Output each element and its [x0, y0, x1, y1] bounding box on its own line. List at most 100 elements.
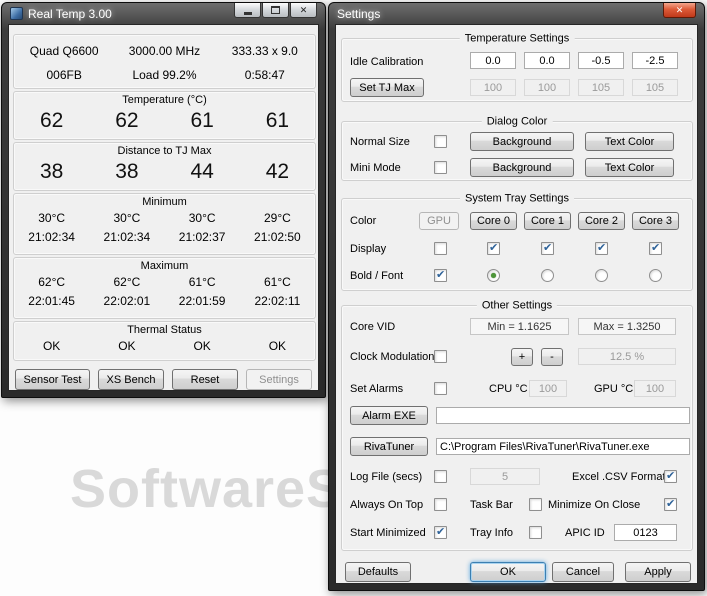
clock-percent-field[interactable]: 12.5 %	[578, 348, 676, 365]
realtemp-titlebar[interactable]: Real Temp 3.00 ✕	[8, 3, 319, 24]
minimize-icon	[244, 12, 252, 15]
tj-max-core1-field[interactable]: 100	[524, 79, 570, 96]
idle-calibration-core1-field[interactable]: 0.0	[524, 52, 570, 69]
maximum-label: Maximum	[14, 258, 315, 272]
rivatuner-button[interactable]: RivaTuner	[350, 437, 428, 456]
minimum-panel: Minimum 30°C 30°C 30°C 29°C 21:02:34 21:…	[13, 193, 316, 255]
tj-max-core2-field[interactable]: 105	[578, 79, 624, 96]
core2-color-button[interactable]: Core 2	[578, 212, 625, 230]
core3-distance: 42	[240, 160, 315, 184]
maximum-panel: Maximum 62°C 62°C 61°C 61°C 22:01:45 22:…	[13, 257, 316, 319]
tj-max-core3-field[interactable]: 105	[632, 79, 678, 96]
reset-button[interactable]: Reset	[172, 369, 238, 390]
core1-min-time: 21:02:34	[89, 230, 164, 244]
display-core0-checkbox[interactable]	[487, 242, 500, 255]
minimize-on-close-checkbox[interactable]	[664, 498, 677, 511]
set-tj-max-button[interactable]: Set TJ Max	[350, 78, 424, 97]
task-bar-label: Task Bar	[470, 499, 513, 511]
settings-titlebar[interactable]: Settings ✕	[335, 3, 698, 24]
core1-temp: 62	[89, 109, 164, 133]
tj-max-core0-field[interactable]: 100	[470, 79, 516, 96]
rivatuner-path-field[interactable]: C:\Program Files\RivaTuner\RivaTuner.exe	[436, 438, 690, 455]
core2-max-time: 22:01:59	[165, 294, 240, 308]
close-icon: ✕	[300, 5, 308, 16]
core1-min-temp: 30°C	[89, 211, 164, 225]
minimize-button[interactable]	[234, 3, 261, 18]
minimize-on-close-label: Minimize On Close	[548, 499, 640, 511]
normal-size-label: Normal Size	[350, 136, 410, 148]
thermal-status-label: Thermal Status	[14, 322, 315, 336]
core2-min-time: 21:02:37	[165, 230, 240, 244]
core2-max-temp: 61°C	[165, 275, 240, 289]
settings-window: Settings ✕ Temperature Settings Idle Cal…	[328, 2, 705, 591]
apply-button[interactable]: Apply	[625, 562, 691, 582]
close-button[interactable]: ✕	[290, 3, 317, 18]
display-core1-checkbox[interactable]	[541, 242, 554, 255]
settings-close-button[interactable]: ✕	[663, 3, 696, 18]
core0-min-time: 21:02:34	[14, 230, 89, 244]
log-file-checkbox[interactable]	[434, 470, 447, 483]
other-settings-group: Other Settings	[341, 305, 693, 551]
clock-minus-button[interactable]: -	[541, 348, 563, 366]
temperature-label: Temperature (°C)	[14, 92, 315, 106]
core3-max-time: 22:02:11	[240, 294, 315, 308]
realtemp-window: Real Temp 3.00 ✕ Quad Q6600 3000.00 MHz …	[1, 2, 326, 398]
font-radio-3[interactable]	[649, 269, 662, 282]
maximize-button[interactable]	[262, 3, 289, 18]
core0-thermal-status: OK	[14, 339, 89, 353]
clock-plus-button[interactable]: +	[511, 348, 533, 366]
mini-background-button[interactable]: Background	[470, 158, 574, 177]
alarm-exe-button[interactable]: Alarm EXE	[350, 406, 428, 425]
font-radio-1[interactable]	[541, 269, 554, 282]
font-radio-0[interactable]	[487, 269, 500, 282]
mini-mode-checkbox[interactable]	[434, 161, 447, 174]
start-minimized-checkbox[interactable]	[434, 526, 447, 539]
display-core2-checkbox[interactable]	[595, 242, 608, 255]
log-secs-field[interactable]: 5	[470, 468, 540, 485]
cancel-button[interactable]: Cancel	[552, 562, 614, 582]
core2-distance: 44	[165, 160, 240, 184]
core3-max-temp: 61°C	[240, 275, 315, 289]
normal-background-button[interactable]: Background	[470, 132, 574, 151]
apic-id-label: APIC ID	[565, 527, 605, 539]
cpu-alarm-field[interactable]: 100	[529, 380, 567, 397]
gpu-alarm-field[interactable]: 100	[634, 380, 676, 397]
core1-max-temp: 62°C	[89, 275, 164, 289]
display-core3-checkbox[interactable]	[649, 242, 662, 255]
minimum-label: Minimum	[14, 194, 315, 208]
task-bar-checkbox[interactable]	[529, 498, 542, 511]
clock-modulation-label: Clock Modulation	[350, 351, 434, 363]
excel-csv-checkbox[interactable]	[664, 470, 677, 483]
core1-thermal-status: OK	[89, 339, 164, 353]
bold-font-checkbox[interactable]	[434, 269, 447, 282]
core0-color-button[interactable]: Core 0	[470, 212, 517, 230]
ok-button[interactable]: OK	[470, 562, 546, 582]
always-on-top-checkbox[interactable]	[434, 498, 447, 511]
tray-info-checkbox[interactable]	[529, 526, 542, 539]
gpu-color-button[interactable]: GPU	[419, 212, 459, 230]
normal-size-checkbox[interactable]	[434, 135, 447, 148]
temperature-settings-label: Temperature Settings	[460, 32, 575, 44]
idle-calibration-core3-field[interactable]: -2.5	[632, 52, 678, 69]
font-radio-2[interactable]	[595, 269, 608, 282]
core0-max-temp: 62°C	[14, 275, 89, 289]
apic-id-field[interactable]: 0123	[614, 524, 677, 541]
core1-color-button[interactable]: Core 1	[524, 212, 571, 230]
core3-color-button[interactable]: Core 3	[632, 212, 679, 230]
idle-calibration-core2-field[interactable]: -0.5	[578, 52, 624, 69]
core2-thermal-status: OK	[165, 339, 240, 353]
alarm-exe-path-field[interactable]	[436, 407, 690, 424]
display-master-checkbox[interactable]	[434, 242, 447, 255]
log-file-label: Log File (secs)	[350, 471, 422, 483]
normal-text-color-button[interactable]: Text Color	[585, 132, 674, 151]
defaults-button[interactable]: Defaults	[345, 562, 411, 582]
mini-text-color-button[interactable]: Text Color	[585, 158, 674, 177]
xs-bench-button[interactable]: XS Bench	[98, 369, 164, 390]
cpu-id: 006FB	[14, 68, 114, 82]
sensor-test-button[interactable]: Sensor Test	[15, 369, 90, 390]
set-alarms-checkbox[interactable]	[434, 382, 447, 395]
clock-modulation-checkbox[interactable]	[434, 350, 447, 363]
settings-button[interactable]: Settings	[246, 369, 312, 390]
tray-color-label: Color	[350, 215, 376, 227]
idle-calibration-core0-field[interactable]: 0.0	[470, 52, 516, 69]
